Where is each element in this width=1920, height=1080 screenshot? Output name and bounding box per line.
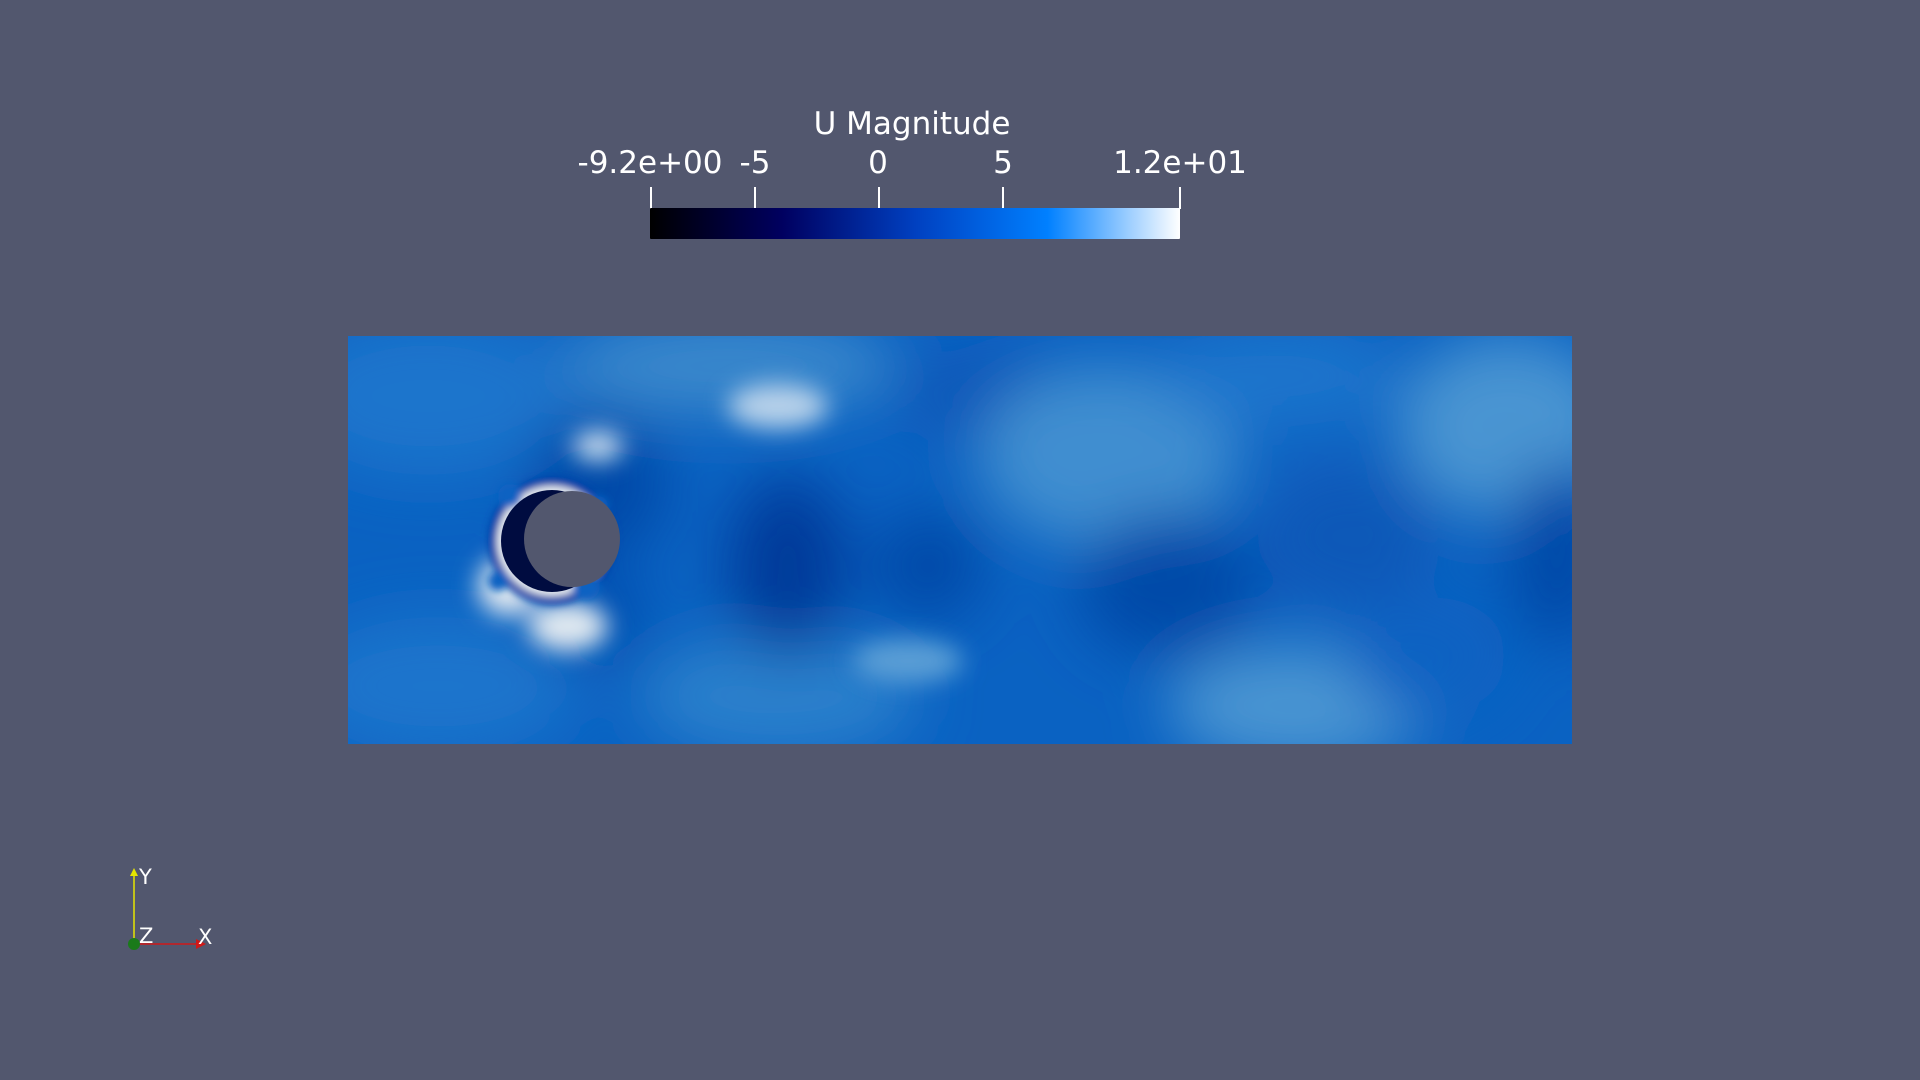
- colorbar-tick-label: 5: [993, 145, 1013, 181]
- z-axis-label: Z: [139, 924, 153, 948]
- colorbar-tick: [1179, 187, 1181, 209]
- x-axis-label: X: [198, 925, 212, 949]
- colorbar-tick: [878, 187, 880, 209]
- colorbar-title: U Magnitude: [813, 106, 1011, 142]
- render-viewport[interactable]: U Magnitude -9.2e+00 -5 0 5 1.2e+01 Y Z …: [0, 0, 1920, 1080]
- cylinder-obstacle: [524, 491, 620, 587]
- colorbar-tick-label-max: 1.2e+01: [1113, 145, 1247, 181]
- colorbar-tick-label-min: -9.2e+00: [577, 145, 723, 181]
- y-axis-arrow-icon: [130, 868, 138, 876]
- colorbar-tick: [650, 187, 652, 209]
- y-axis-label: Y: [138, 865, 152, 889]
- colorbar-tick-label: -5: [739, 145, 771, 181]
- flow-field-domain[interactable]: [348, 336, 1572, 744]
- colorbar-tick: [1002, 187, 1004, 209]
- orientation-axes: Y Z X: [128, 865, 212, 950]
- colorbar-gradient: [650, 208, 1180, 239]
- colorbar-tick-label: 0: [868, 145, 888, 181]
- colorbar-tick: [754, 187, 756, 209]
